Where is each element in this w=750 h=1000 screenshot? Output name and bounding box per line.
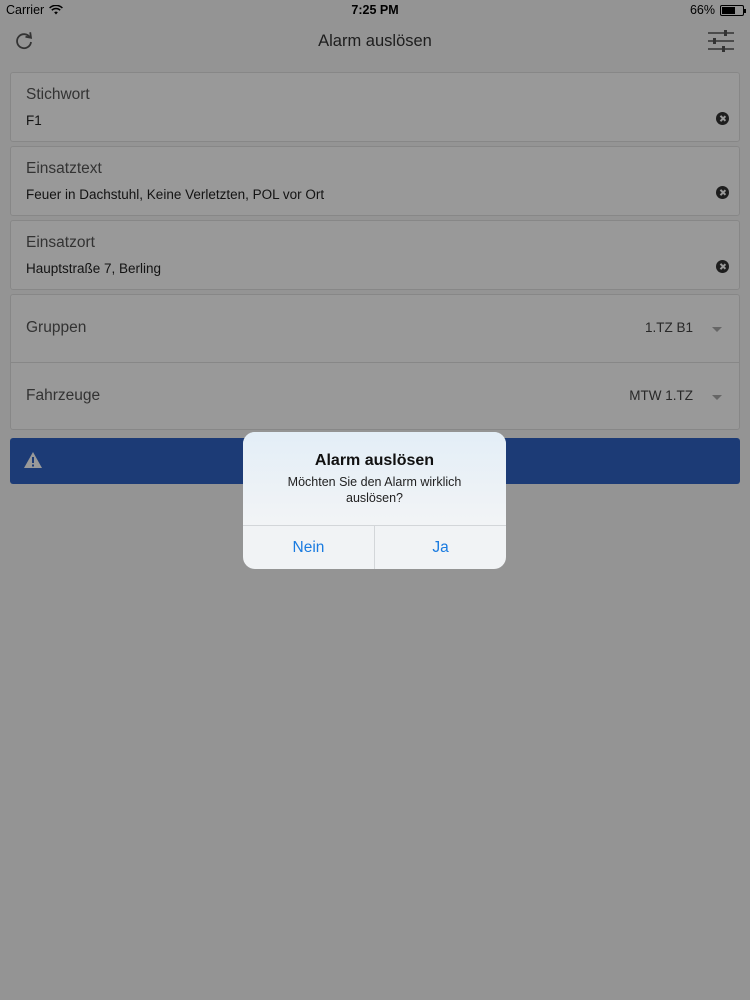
- app-screen: Carrier 7:25 PM 66% Alarm auslösen Stich…: [0, 0, 750, 1000]
- alert-title: Alarm auslösen: [314, 452, 435, 469]
- confirm-alert-dialog: Alarm auslösen Möchten Sie den Alarm wir…: [243, 432, 506, 569]
- alert-message: Möchten Sie den Alarm wirklich auslösen?: [287, 475, 462, 505]
- alert-confirm-button[interactable]: Ja: [375, 526, 506, 569]
- alert-cancel-button[interactable]: Nein: [243, 526, 374, 569]
